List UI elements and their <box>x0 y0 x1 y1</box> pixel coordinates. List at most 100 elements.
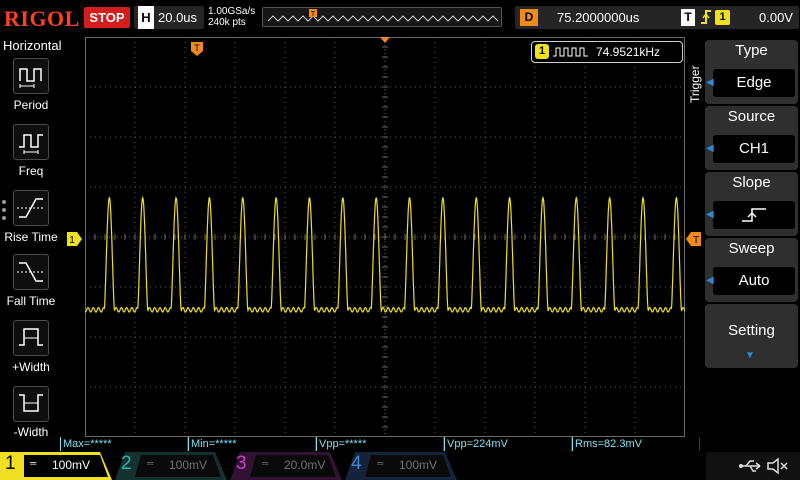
menu-arrow-icon: ◀ <box>706 209 714 220</box>
channel1-coupling-icon: ═ <box>30 458 37 468</box>
timebase-value: 20.0us <box>158 10 198 25</box>
trigger-source-badge: 1 <box>715 10 730 25</box>
period-icon <box>19 68 42 88</box>
counter-value: 74.9521kHz <box>596 45 661 59</box>
channel1-tab[interactable]: 1 ═ 100mV <box>0 452 112 480</box>
trigger-level-value: 0.00V <box>759 10 793 25</box>
channel1-scale: 100mV <box>52 458 91 472</box>
sweep-title: Sweep <box>728 240 775 257</box>
source-title: Source <box>727 108 776 125</box>
menu-arrow-icon: ◀ <box>706 143 714 154</box>
fall-time-label: Fall Time <box>6 294 56 308</box>
memory-depth: 240k pts <box>208 17 246 28</box>
fall-time-button[interactable] <box>13 254 49 290</box>
rising-slope-icon <box>742 208 766 222</box>
positive-width-label: +Width <box>12 360 50 374</box>
sample-info: 1.00GSa/s 240k pts <box>208 6 255 28</box>
setting-title: Setting <box>728 322 775 339</box>
horizontal-timebase-box[interactable]: H 20.0us <box>134 6 204 29</box>
channel2-scale: 100mV <box>169 458 208 472</box>
rising-edge-icon <box>699 8 713 30</box>
trigger-source-menu[interactable]: Source CH1 ◀ <box>705 106 798 170</box>
measurement-item[interactable]: Min=***** <box>188 437 316 451</box>
slope-title: Slope <box>732 174 771 191</box>
trigger-slope-menu[interactable]: Slope ◀ <box>705 172 798 236</box>
channel4-coupling-icon: ═ <box>377 458 384 468</box>
freq-icon <box>19 134 43 154</box>
delay-label: D <box>520 9 538 26</box>
trigger-label: T <box>681 9 695 26</box>
trigger-sweep-menu[interactable]: Sweep Auto ◀ <box>705 238 798 302</box>
waveform-display[interactable] <box>85 37 685 437</box>
horizontal-label: H <box>138 6 154 29</box>
channel1-offset-marker[interactable]: 1 <box>67 232 83 246</box>
menu-arrow-icon: ◀ <box>706 77 714 88</box>
slope-value <box>713 201 795 229</box>
trigger-status-box[interactable]: T 1 0.00V <box>677 6 799 29</box>
center-time-marker <box>380 37 390 43</box>
trigger-vertical-label: Trigger <box>688 65 702 103</box>
channel4-scale: 100mV <box>399 458 438 472</box>
channel3-number: 3 <box>236 453 247 474</box>
sweep-value: Auto <box>713 267 795 295</box>
trigger-type-menu[interactable]: Type Edge ◀ <box>705 40 798 104</box>
menu-arrow-icon: ◀ <box>706 275 714 286</box>
usb-icon <box>739 460 761 472</box>
type-value: Edge <box>713 69 795 97</box>
negative-width-button[interactable] <box>13 386 49 422</box>
frequency-counter[interactable]: 1 74.9521kHz <box>531 41 683 63</box>
freq-label: Freq <box>18 164 44 178</box>
measurement-item[interactable]: Max=***** <box>60 437 188 451</box>
square-wave-icon <box>553 47 588 57</box>
right-menu-title: Trigger <box>684 58 706 108</box>
fall-time-icon <box>17 262 45 282</box>
menu-page-dots <box>2 200 6 224</box>
sample-rate: 1.00GSa/s <box>208 6 256 17</box>
delay-box[interactable]: D 75.2000000us <box>515 6 695 29</box>
source-value: CH1 <box>713 135 795 163</box>
channel1-marker-label: 1 <box>69 235 75 246</box>
measurement-item[interactable]: Vpp=224mV <box>444 437 572 451</box>
graticule <box>85 37 685 437</box>
period-button[interactable] <box>13 58 49 94</box>
measurement-bar: Max=***** Min=***** Vpp=***** Vpp=224mV … <box>60 437 700 451</box>
channel2-coupling-icon: ═ <box>147 458 154 468</box>
counter-channel-badge: 1 <box>535 44 549 59</box>
channel3-scale: 20.0mV <box>284 458 326 472</box>
positive-width-button[interactable] <box>13 320 49 356</box>
trigger-position-marker[interactable]: T <box>191 42 203 56</box>
period-label: Period <box>13 98 49 112</box>
brand-logo: RIGOL <box>4 6 80 31</box>
memory-waveform-icon: T <box>267 9 499 22</box>
trigger-level-marker-label: T <box>693 235 699 246</box>
trigger-position-label: T <box>194 43 200 53</box>
channel4-tab[interactable]: 4 ═ 100mV <box>345 452 457 480</box>
top-status-bar: RIGOL STOP H 20.0us 1.00GSa/s 240k pts T… <box>0 0 800 36</box>
freq-button[interactable] <box>13 124 49 160</box>
memory-trigger-marker: T <box>311 11 316 18</box>
rise-time-label: Rise Time <box>4 230 58 244</box>
channel3-tab[interactable]: 3 ═ 20.0mV <box>230 452 342 480</box>
measurement-item[interactable]: Rms=82.3mV <box>572 437 700 451</box>
channel-bar: 1 ═ 100mV 2 ═ 100mV 3 ═ 20.0mV 4 ═ 100mV <box>0 452 800 480</box>
trigger-setting-menu[interactable]: Setting ▼ <box>705 304 798 368</box>
type-title: Type <box>735 42 768 59</box>
memory-position-bar[interactable]: T <box>262 7 502 27</box>
measurement-item[interactable]: Vpp=***** <box>316 437 444 451</box>
speaker-muted-icon[interactable] <box>766 457 790 475</box>
channel2-number: 2 <box>121 453 132 474</box>
trigger-level-marker[interactable]: T <box>686 232 702 246</box>
channel2-tab[interactable]: 2 ═ 100mV <box>115 452 227 480</box>
channel3-coupling-icon: ═ <box>262 458 269 468</box>
negative-width-label: -Width <box>13 425 49 439</box>
rise-time-icon <box>17 198 45 218</box>
channel1-waveform <box>85 195 685 314</box>
positive-width-icon <box>19 328 43 346</box>
submenu-arrow-icon: ▼ <box>745 350 755 361</box>
delay-value: 75.2000000us <box>557 10 640 25</box>
channel4-number: 4 <box>351 453 362 474</box>
status-icons-area <box>706 452 800 480</box>
run-stop-status[interactable]: STOP <box>84 7 130 28</box>
rise-time-button[interactable] <box>13 190 49 226</box>
negative-width-icon <box>19 394 43 412</box>
